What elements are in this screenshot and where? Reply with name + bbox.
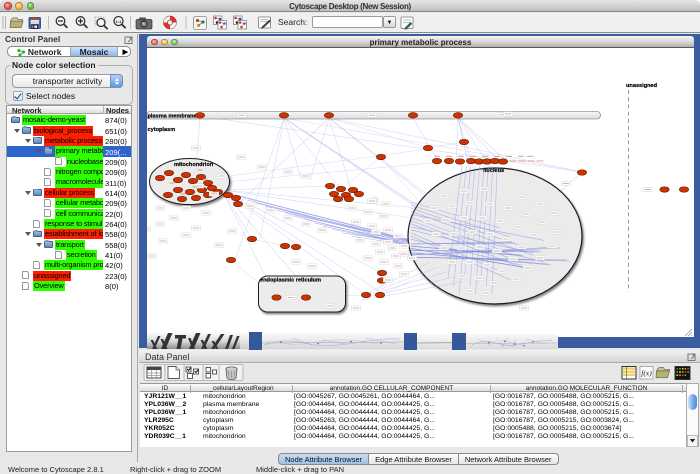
svg-text:plasma membrane: plasma membrane bbox=[148, 114, 197, 120]
svg-text:cytoplasm: cytoplasm bbox=[148, 127, 176, 133]
svg-text:endoplasmic reticulum: endoplasmic reticulum bbox=[260, 278, 321, 284]
svg-text:f(x): f(x) bbox=[641, 369, 652, 378]
svg-text:1:1: 1:1 bbox=[116, 19, 123, 24]
svg-text:unassigned: unassigned bbox=[626, 83, 658, 89]
svg-text:mitochondrion: mitochondrion bbox=[174, 162, 214, 168]
svg-text:nucleus: nucleus bbox=[483, 168, 504, 174]
